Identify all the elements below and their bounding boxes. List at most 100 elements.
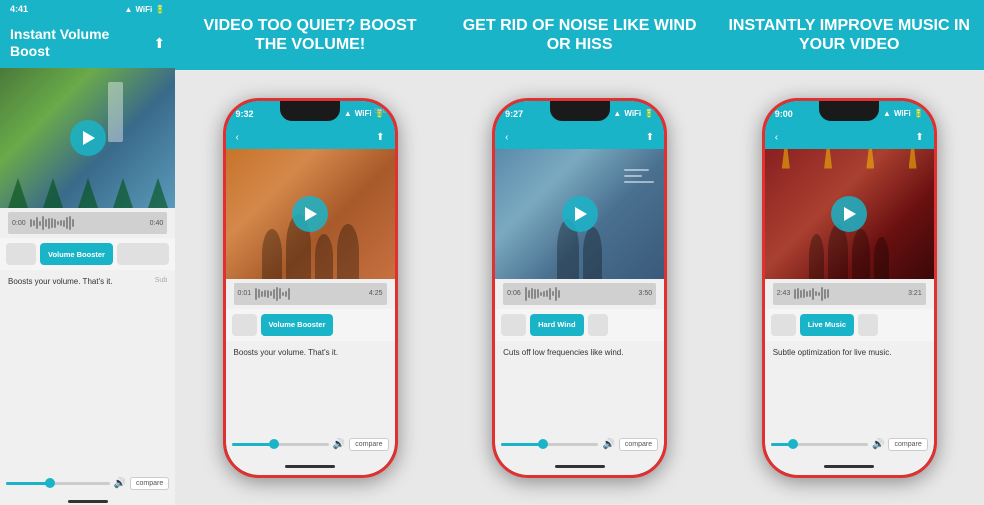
slider-fill-1 <box>232 443 271 446</box>
wf-end-3: 3:21 <box>908 290 922 297</box>
slider-fill-2 <box>501 443 540 446</box>
sub-label-0: Sub <box>155 276 167 286</box>
home-indicator-3 <box>765 459 934 475</box>
play-button-1[interactable] <box>292 196 328 232</box>
slider-track-2[interactable] <box>501 443 598 446</box>
panel-body-3: 9:00 ▲WiFi🔋 ‹ ⬆ <box>714 70 984 505</box>
slider-track-1[interactable] <box>232 443 329 446</box>
video-bg-0 <box>0 68 175 208</box>
wf-start-3: 2:43 <box>777 290 791 297</box>
status-icons-2: ▲WiFi🔋 <box>613 109 654 118</box>
compare-button-2[interactable]: compare <box>619 438 658 451</box>
share-icon-0[interactable]: ⬆ <box>154 35 166 52</box>
filter-prev-0[interactable] <box>6 243 36 265</box>
description-2: Cuts off low frequencies like wind. <box>495 341 664 377</box>
notch-1 <box>280 101 340 121</box>
compare-bar-3: 🔊 compare <box>765 431 934 459</box>
slider-thumb-3 <box>788 439 798 449</box>
compare-button-3[interactable]: compare <box>888 438 927 451</box>
status-bar-0: 4:41 ▲ WiFi 🔋 <box>0 0 175 18</box>
panel-body-2: 9:27 ▲WiFi🔋 ‹ ⬆ <box>445 70 715 505</box>
waveform-visual-0 <box>30 216 146 230</box>
stage-lights-deco <box>765 149 934 169</box>
video-bg-1 <box>226 149 395 279</box>
filter-buttons-0: Volume Booster <box>0 238 175 270</box>
video-area-3 <box>765 149 934 279</box>
nav-3: ‹ ⬆ <box>765 127 934 149</box>
slider-thumb-0 <box>45 478 55 488</box>
filter-active-1[interactable]: Volume Booster <box>261 314 334 336</box>
home-indicator-2 <box>495 459 664 475</box>
waterfall-deco <box>108 82 123 142</box>
play-button-3[interactable] <box>831 196 867 232</box>
compare-button-1[interactable]: compare <box>349 438 388 451</box>
filter-buttons-1: Volume Booster <box>226 309 395 341</box>
wf-end-1: 4:25 <box>369 290 383 297</box>
play-triangle-0 <box>83 131 95 145</box>
waveform-2: 0:06 3:50 <box>503 283 656 305</box>
video-bg-2 <box>495 149 664 279</box>
wf-start-2: 0:06 <box>507 290 521 297</box>
screen-2: 9:27 ▲WiFi🔋 ‹ ⬆ <box>495 101 664 475</box>
play-triangle-2 <box>575 207 587 221</box>
waveform-0: 0:00 0:40 <box>8 212 167 234</box>
wind-deco-2 <box>624 169 654 183</box>
notch-3 <box>819 101 879 121</box>
screen-1: 9:32 ▲WiFi🔋 ‹ ⬆ <box>226 101 395 475</box>
filter-letter-2 <box>588 314 608 336</box>
home-bar-1 <box>285 465 335 468</box>
video-area-2 <box>495 149 664 279</box>
filter-buttons-3: Live Music <box>765 309 934 341</box>
waveform-start-0: 0:00 <box>12 220 26 227</box>
filter-prev-1[interactable] <box>232 314 257 336</box>
filter-prev-3[interactable] <box>771 314 796 336</box>
play-triangle-3 <box>844 207 856 221</box>
time-1: 9:32 <box>236 109 254 119</box>
slider-track-0[interactable] <box>6 482 110 485</box>
phone-2: 9:27 ▲WiFi🔋 ‹ ⬆ <box>492 98 667 478</box>
home-indicator-1 <box>226 459 395 475</box>
panel-header-1: VIDEO TOO QUIET? BOOST THE VOLUME! <box>175 0 445 70</box>
description-1: Boosts your volume. That's it. Sub <box>226 341 395 377</box>
time-0: 4:41 <box>10 4 28 14</box>
nav-1: ‹ ⬆ <box>226 127 395 149</box>
status-icons-3: ▲WiFi🔋 <box>883 109 924 118</box>
panel-header-2: GET RID OF NOISE LIKE WIND OR HISS <box>445 0 715 70</box>
panel-header-3: INSTANTLY IMPROVE MUSIC IN YOUR VIDEO <box>714 0 984 70</box>
app-title: Instant Volume Boost <box>10 26 146 60</box>
slider-fill-0 <box>6 482 47 485</box>
slider-thumb-2 <box>538 439 548 449</box>
home-bar-3 <box>824 465 874 468</box>
slider-track-3[interactable] <box>771 443 868 446</box>
waveform-visual-2 <box>525 287 635 301</box>
slider-thumb-1 <box>269 439 279 449</box>
screen-3: 9:00 ▲WiFi🔋 ‹ ⬆ <box>765 101 934 475</box>
panel-body-1: 9:32 ▲WiFi🔋 ‹ ⬆ <box>175 70 445 505</box>
filter-active-2[interactable]: Hard Wind <box>530 314 583 336</box>
filter-volume-booster-0[interactable]: Volume Booster <box>40 243 113 265</box>
video-area-0 <box>0 68 175 208</box>
waveform-1: 0:01 4:25 <box>234 283 387 305</box>
video-area-1 <box>226 149 395 279</box>
time-3: 9:00 <box>775 109 793 119</box>
app-header-0: Instant Volume Boost ⬆ <box>0 18 175 68</box>
status-icons-0: ▲ WiFi 🔋 <box>125 5 166 14</box>
panel-first: 4:41 ▲ WiFi 🔋 Instant Volume Boost ⬆ <box>0 0 175 505</box>
filter-active-3[interactable]: Live Music <box>800 314 854 336</box>
panel-second: VIDEO TOO QUIET? BOOST THE VOLUME! 9:32 … <box>175 0 445 505</box>
volume-icon-1: 🔊 <box>333 439 345 450</box>
volume-icon-2: 🔊 <box>602 439 614 450</box>
filter-prev-2[interactable] <box>501 314 526 336</box>
video-bg-3 <box>765 149 934 279</box>
compare-button-0[interactable]: compare <box>130 477 169 490</box>
panel-third: GET RID OF NOISE LIKE WIND OR HISS 9:27 … <box>445 0 715 505</box>
compare-bar-0: 🔊 compare <box>0 469 175 497</box>
waveform-visual-3 <box>794 287 904 301</box>
panel-fourth: INSTANTLY IMPROVE MUSIC IN YOUR VIDEO 9:… <box>714 0 984 505</box>
play-button-2[interactable] <box>562 196 598 232</box>
description-0: Boosts your volume. That's it. Sub <box>0 270 175 306</box>
play-button-0[interactable] <box>70 120 106 156</box>
filter-next-0 <box>117 243 169 265</box>
description-3: Subtle optimization for live music. <box>765 341 934 377</box>
filter-letter-3 <box>858 314 878 336</box>
